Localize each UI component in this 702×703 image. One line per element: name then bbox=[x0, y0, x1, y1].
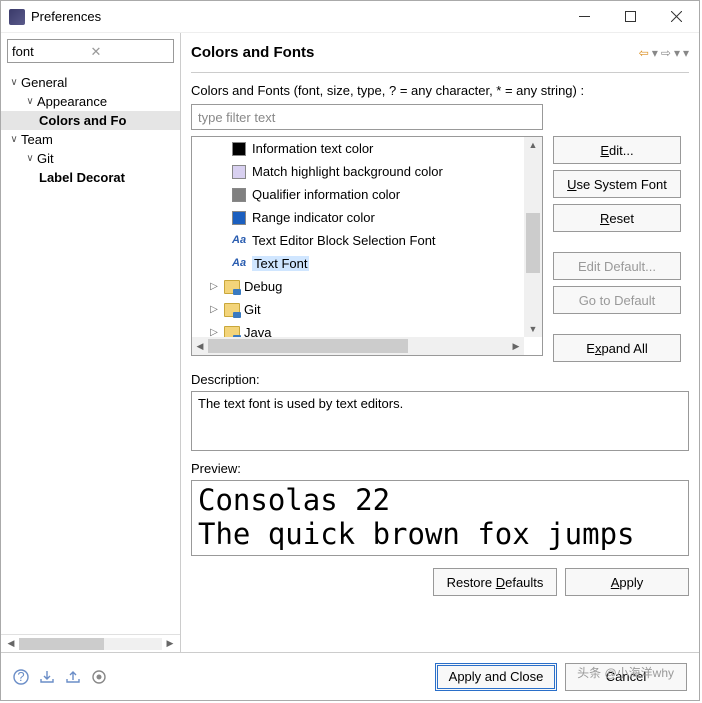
use-system-font-button[interactable]: Use System Font bbox=[553, 170, 681, 198]
list-item[interactable]: Qualifier information color bbox=[192, 183, 542, 206]
sidebar: font ✕ ∨General ∨Appearance Colors and F… bbox=[1, 33, 181, 652]
list-vscrollbar[interactable]: ▲▼ bbox=[524, 137, 542, 337]
description-box: The text font is used by text editors. bbox=[191, 391, 689, 451]
page-title: Colors and Fonts bbox=[191, 44, 639, 61]
sidebar-filter-value: font bbox=[12, 44, 91, 59]
list-item-selected[interactable]: AaText Font bbox=[192, 252, 542, 275]
cancel-button[interactable]: Cancel bbox=[565, 663, 687, 691]
export-icon[interactable] bbox=[65, 669, 81, 685]
colors-fonts-list: Information text color Match highlight b… bbox=[191, 136, 543, 356]
preview-box: Consolas 22 The quick brown fox jumps bbox=[191, 480, 689, 556]
description-text: The text font is used by text editors. bbox=[198, 396, 403, 411]
edit-default-button: Edit Default... bbox=[553, 252, 681, 280]
apply-and-close-button[interactable]: Apply and Close bbox=[435, 663, 557, 691]
app-icon bbox=[9, 9, 25, 25]
nav-forward-icon[interactable]: ⇨ bbox=[661, 46, 671, 60]
folder-icon bbox=[224, 280, 240, 294]
scroll-left-icon[interactable]: ◀ bbox=[3, 636, 19, 652]
list-item[interactable]: Range indicator color bbox=[192, 206, 542, 229]
filter-placeholder: type filter text bbox=[198, 110, 275, 125]
preview-label: Preview: bbox=[191, 461, 689, 476]
tree-item-label-decorat[interactable]: Label Decorat bbox=[1, 168, 180, 187]
list-filter-input[interactable]: type filter text bbox=[191, 104, 543, 130]
list-folder[interactable]: ▷Git bbox=[192, 298, 542, 321]
prompt-label: Colors and Fonts (font, size, type, ? = … bbox=[191, 83, 689, 98]
list-folder[interactable]: ▷Debug bbox=[192, 275, 542, 298]
preferences-window: Preferences font ✕ ∨General ∨Appearance … bbox=[0, 0, 700, 701]
record-icon[interactable] bbox=[91, 669, 107, 685]
nav-back-icon[interactable]: ⇦ bbox=[639, 46, 649, 60]
tree-item-git[interactable]: ∨Git bbox=[1, 149, 180, 168]
help-icon[interactable]: ? bbox=[13, 669, 29, 685]
import-icon[interactable] bbox=[39, 669, 55, 685]
body: font ✕ ∨General ∨Appearance Colors and F… bbox=[1, 33, 699, 652]
sidebar-hscrollbar[interactable]: ◀ ▶ bbox=[1, 634, 180, 652]
sidebar-filter-input[interactable]: font ✕ bbox=[7, 39, 174, 63]
minimize-button[interactable] bbox=[561, 1, 607, 33]
font-icon: Aa bbox=[232, 257, 246, 271]
swatch-icon bbox=[232, 142, 246, 156]
list-hscrollbar[interactable]: ◀▶ bbox=[192, 337, 524, 355]
tree-item-appearance[interactable]: ∨Appearance bbox=[1, 92, 180, 111]
preview-line: Consolas 22 bbox=[198, 483, 682, 517]
swatch-icon bbox=[232, 211, 246, 225]
content: Colors and Fonts (font, size, type, ? = … bbox=[191, 73, 689, 596]
list-item[interactable]: Match highlight background color bbox=[192, 160, 542, 183]
folder-icon bbox=[224, 303, 240, 317]
clear-filter-icon[interactable]: ✕ bbox=[91, 44, 170, 58]
scroll-right-icon[interactable]: ▶ bbox=[162, 636, 178, 652]
scroll-thumb[interactable] bbox=[19, 638, 104, 650]
tree-item-team[interactable]: ∨Team bbox=[1, 130, 180, 149]
maximize-button[interactable] bbox=[607, 1, 653, 33]
footer: ? Apply and Close Cancel bbox=[1, 652, 699, 700]
preview-line: The quick brown fox jumps bbox=[198, 517, 682, 551]
main-panel: Colors and Fonts ⇦▾ ⇨▾ ▾ Colors and Font… bbox=[181, 33, 699, 652]
swatch-icon bbox=[232, 188, 246, 202]
svg-text:?: ? bbox=[17, 669, 24, 684]
button-column: Edit... Use System Font Reset Edit Defau… bbox=[553, 136, 681, 362]
expand-all-button[interactable]: Expand All bbox=[553, 334, 681, 362]
description-label: Description: bbox=[191, 372, 689, 387]
reset-button[interactable]: Reset bbox=[553, 204, 681, 232]
expand-icon[interactable]: ▷ bbox=[208, 281, 220, 292]
restore-defaults-button[interactable]: Restore Defaults bbox=[433, 568, 557, 596]
close-button[interactable] bbox=[653, 1, 699, 33]
apply-button[interactable]: Apply bbox=[565, 568, 689, 596]
titlebar: Preferences bbox=[1, 1, 699, 33]
main-header: Colors and Fonts ⇦▾ ⇨▾ ▾ bbox=[191, 33, 689, 73]
edit-button[interactable]: Edit... bbox=[553, 136, 681, 164]
window-title: Preferences bbox=[31, 9, 101, 24]
go-to-default-button: Go to Default bbox=[553, 286, 681, 314]
expand-icon[interactable]: ▷ bbox=[208, 304, 220, 315]
tree-item-general[interactable]: ∨General bbox=[1, 73, 180, 92]
swatch-icon bbox=[232, 165, 246, 179]
nav-menu-icon[interactable]: ▾ bbox=[683, 46, 689, 60]
tree-item-colors-fonts[interactable]: Colors and Fo bbox=[1, 111, 180, 130]
sidebar-tree: ∨General ∨Appearance Colors and Fo ∨Team… bbox=[1, 69, 180, 634]
list-item[interactable]: AaText Editor Block Selection Font bbox=[192, 229, 542, 252]
list-item[interactable]: Information text color bbox=[192, 137, 542, 160]
font-icon: Aa bbox=[232, 234, 246, 248]
nav-icons: ⇦▾ ⇨▾ ▾ bbox=[639, 46, 689, 60]
